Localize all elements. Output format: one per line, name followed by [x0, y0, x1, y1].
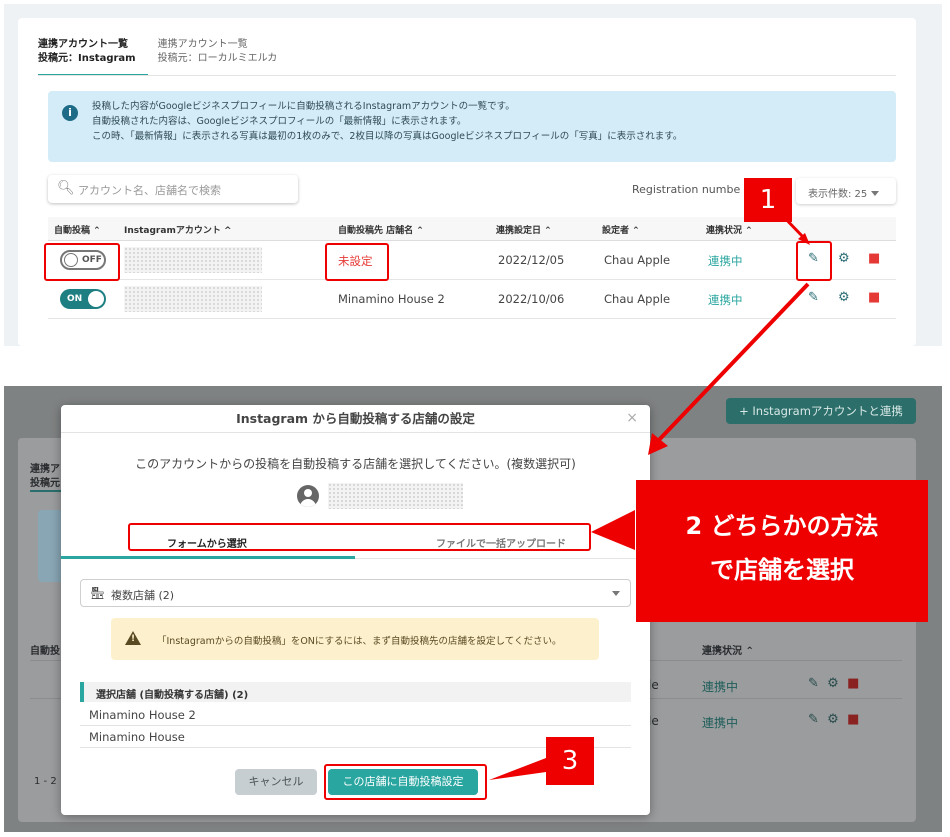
step-2-line-1: 2 どちらかの方法: [685, 512, 879, 540]
step-3-badge: 3: [546, 737, 594, 785]
annotation-arrows: [489, 210, 810, 780]
tutorial-image: 連携アカウント一覧 投稿元：Instagram 連携アカウント一覧 投稿元：ロー…: [0, 0, 950, 837]
pointer-3: [489, 758, 546, 780]
step-2-callout: 2 どちらかの方法 で店舗を選択: [636, 480, 928, 622]
pointer-2: [591, 510, 635, 550]
arrow-2: [655, 282, 810, 444]
step-1-badge: 1: [744, 178, 792, 222]
step-2-line-2: で店舗を選択: [710, 556, 854, 584]
